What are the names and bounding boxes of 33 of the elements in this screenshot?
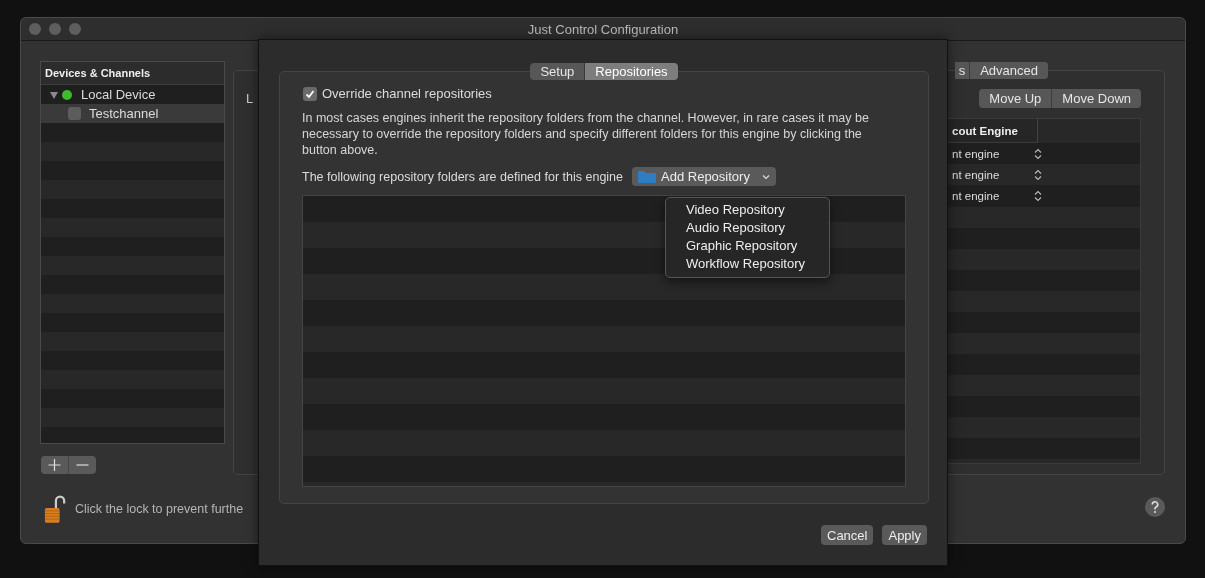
checkbox-label: Override channel repositories [322,86,492,101]
menu-item[interactable]: Audio Repository [666,219,829,237]
description-text: In most cases engines inherit the repository folders from the channel. However, in rare cases it may be necessary to override the repository folders and specify different folders for this engine by clicking the button above. [302,110,870,158]
disclosure-triangle-icon[interactable] [49,89,59,100]
add-repository-button[interactable]: Add Repository [632,167,776,186]
field-label: L [246,91,254,106]
menu-item[interactable]: Graphic Repository [666,237,829,255]
window-title: Just Control Configuration [527,21,679,37]
dialog-button[interactable]: Apply [882,525,927,545]
dialog-button[interactable]: Cancel [821,525,874,545]
stepper-icon[interactable] [1034,147,1042,160]
column-header: Devices & Channels [41,62,224,85]
table-cell-text: nt engine [951,147,1001,160]
stepper-icon[interactable] [1034,189,1042,202]
help-button[interactable] [1145,497,1165,517]
checkbox[interactable] [68,107,81,120]
tab[interactable]: Setup [530,63,585,80]
tab[interactable]: Advanced [969,62,1048,79]
move-button[interactable]: Move Down [1051,89,1141,108]
padlock-icon[interactable] [44,494,66,524]
table-cell-text: nt engine [951,168,1001,181]
tree-item[interactable]: Testchannel [41,104,224,123]
move-button[interactable]: Move Up [979,89,1052,108]
checkbox[interactable] [303,86,317,101]
folders-label: The following repository folders are defined for this engine [302,169,623,184]
folder-icon [638,169,656,184]
chevron-down-icon [762,173,770,180]
stepper-icon[interactable] [1034,168,1042,181]
table-cell-text: nt engine [951,189,1001,202]
lock-hint: Click the lock to prevent furthe [75,502,244,516]
menu-item[interactable]: Workflow Repository [666,255,829,273]
tab[interactable]: Repositories [584,63,678,80]
menu-item[interactable]: Video Repository [666,201,829,219]
